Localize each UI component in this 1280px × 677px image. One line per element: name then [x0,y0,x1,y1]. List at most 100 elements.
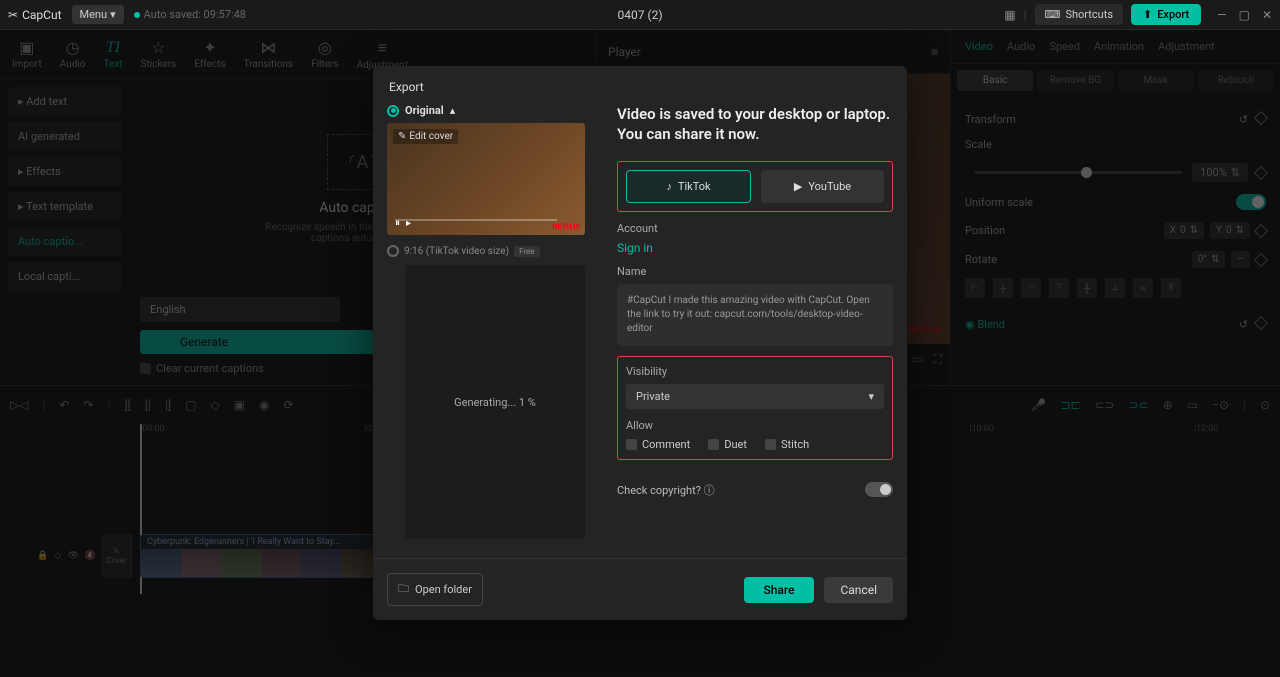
share-button[interactable]: Share [744,577,815,603]
undo-icon[interactable]: ↶ [59,398,69,412]
keyframe-icon[interactable] [1254,111,1268,125]
copy-icon[interactable]: ▣ [234,398,245,412]
scale-value[interactable]: 100% ⇅ [1192,163,1248,182]
name-textarea[interactable]: #CapCut I made this amazing video with C… [617,284,893,346]
shortcuts-button[interactable]: ⌨ Shortcuts [1035,4,1123,25]
align-dist-v[interactable]: ⦀ [1161,278,1181,298]
keyframe-icon[interactable] [1254,223,1268,237]
tool-filters[interactable]: ◎Filters [311,38,339,70]
trim-right-icon[interactable]: |] [165,398,171,412]
video-clip[interactable]: Cyberpunk: Edgerunners | 'I Really Want … [140,534,380,578]
tab-adjustment[interactable]: Adjustment [1158,40,1215,53]
marker-icon[interactable]: ◇ [210,398,219,412]
fullscreen-icon[interactable]: ⛶ [934,352,942,367]
snap-icon[interactable]: ⊃⊂ [1129,398,1149,412]
sidebar-item-ai[interactable]: AI generated [8,122,122,151]
track-mute-icon[interactable]: 🔇 [85,551,96,561]
preview-progress[interactable] [395,219,557,221]
tiktok-button[interactable]: ♪ TikTok [626,170,751,203]
sidebar-item-local[interactable]: Local capti... [8,262,122,291]
align-hcenter[interactable]: ┼ [993,278,1013,298]
rotate-value[interactable]: 0° ⇅ [1192,251,1226,268]
reset-icon[interactable]: ↺ [1239,113,1248,126]
language-select[interactable]: English [140,297,340,322]
tool-import[interactable]: ▣Import [12,38,42,70]
tab-animation[interactable]: Animation [1094,40,1144,53]
edit-cover-button[interactable]: ✎ Edit cover [393,129,458,144]
original-radio[interactable]: Original ▴ [387,104,597,117]
tool-text[interactable]: TIText [103,39,122,70]
subtab-removebg[interactable]: Remove BG [1037,70,1113,91]
rotate-minus[interactable]: – [1231,251,1250,268]
close-icon[interactable]: ✕ [1262,8,1272,22]
speed-icon[interactable]: ⟳ [284,398,294,412]
copyright-toggle[interactable] [865,482,893,497]
track-eye-icon[interactable]: 👁 [67,551,78,561]
cover-button[interactable]: ✎Cover [102,534,132,578]
player-menu-icon[interactable]: ≡ [931,45,938,59]
subtab-basic[interactable]: Basic [957,70,1033,91]
tool-transitions[interactable]: ⋈Transitions [244,38,293,70]
position-y[interactable]: Y0 ⇅ [1210,222,1250,239]
export-button[interactable]: ⬆ Export [1131,4,1201,25]
ratio-icon[interactable]: ▭ [912,352,923,367]
open-folder-button[interactable]: 🗀 Open folder [387,573,483,606]
track-lock-icon[interactable]: 🔒 [37,551,48,561]
align-vcenter[interactable]: ╫ [1077,278,1097,298]
play-icon[interactable]: ▸ [406,218,411,229]
sidebar-item-template[interactable]: ▸ Text template [8,192,122,221]
tiktok-size-radio[interactable]: 9:16 (TikTok video size)Free [387,245,597,257]
mic-icon[interactable]: 🎤 [1031,398,1046,412]
keyframe-icon[interactable] [1254,316,1268,330]
zoom-out-icon[interactable]: −⊙ [1212,398,1229,412]
pointer-tool-icon[interactable]: ▷◁ [10,398,28,412]
subtab-retouch[interactable]: Retouch [1198,70,1274,91]
allow-duet-checkbox[interactable]: Duet [708,438,747,451]
pause-icon[interactable]: ⏸ [395,218,400,229]
track-icon[interactable]: ⊕ [1163,398,1173,412]
layout-icon[interactable]: ▦ [1004,8,1015,22]
position-x[interactable]: X0 ⇅ [1164,222,1204,239]
settings-icon[interactable]: ⊙ [1260,398,1270,412]
trim-left-icon[interactable]: [| [145,398,151,412]
tab-video[interactable]: Video [965,40,993,53]
record-icon[interactable]: ◉ [259,398,269,412]
subtab-mask[interactable]: Mask [1118,70,1194,91]
allow-comment-checkbox[interactable]: Comment [626,438,690,451]
signin-link[interactable]: Sign in [617,241,893,255]
align-left[interactable]: ⊢ [965,278,985,298]
maximize-icon[interactable]: ▢ [1239,8,1250,22]
align-top[interactable]: ⊤ [1049,278,1069,298]
keyframe-icon[interactable] [1254,252,1268,266]
info-icon[interactable]: ⓘ [704,484,715,497]
tab-speed[interactable]: Speed [1049,40,1080,53]
playhead[interactable] [140,424,142,594]
cancel-button[interactable]: Cancel [824,577,893,603]
keyframe-icon[interactable] [1254,165,1268,179]
redo-icon[interactable]: ↷ [83,398,93,412]
link-icon[interactable]: ⊂⊃ [1094,398,1114,412]
visibility-select[interactable]: Private▾ [626,384,884,409]
split-icon[interactable]: ][ [124,398,130,412]
preview-icon[interactable]: ▭ [1187,398,1198,412]
uniform-toggle[interactable] [1236,194,1266,210]
align-bottom[interactable]: ⊥ [1105,278,1125,298]
delete-icon[interactable]: ▢ [185,398,196,412]
sidebar-item-effects[interactable]: ▸ Effects [8,157,122,186]
track-visible-icon[interactable]: ◇ [54,551,61,561]
tool-stickers[interactable]: ☆Stickers [141,38,177,70]
reset-icon[interactable]: ↺ [1239,318,1248,331]
tool-audio[interactable]: ◷Audio [60,38,86,70]
menu-button[interactable]: Menu ▾ [72,5,124,24]
magnet-icon[interactable]: ⊐⊏ [1060,398,1080,412]
minimize-icon[interactable]: — [1217,8,1226,22]
allow-stitch-checkbox[interactable]: Stitch [765,438,809,451]
scale-slider[interactable] [975,171,1182,174]
align-dist-h[interactable]: ≡ [1133,278,1153,298]
blend-label[interactable]: ◉ Blend [965,318,1005,331]
youtube-button[interactable]: ▶ YouTube [761,170,884,203]
tool-effects[interactable]: ✦Effects [194,38,225,70]
sidebar-item-autocaptions[interactable]: Auto captio... [8,227,122,256]
align-right[interactable]: ⊣ [1021,278,1041,298]
tab-audio[interactable]: Audio [1007,40,1035,53]
